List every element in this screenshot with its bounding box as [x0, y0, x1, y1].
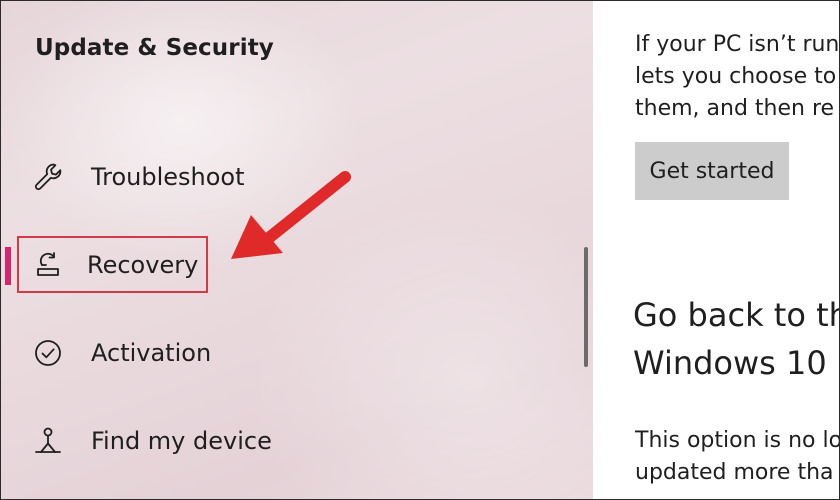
- heading-line: Go back to th: [633, 296, 839, 334]
- sidebar-item-label: Recovery: [87, 251, 199, 279]
- sidebar-item-recovery[interactable]: Recovery: [31, 243, 198, 287]
- sidebar-title: Update & Security: [35, 35, 274, 61]
- recovery-icon: [31, 248, 65, 282]
- sidebar-item-activation[interactable]: Activation: [31, 331, 211, 375]
- selected-indicator: [5, 247, 11, 285]
- description-line: them, and then re: [635, 96, 835, 121]
- sidebar: Update & Security Troubleshoot Recovery …: [1, 1, 593, 499]
- sidebar-item-label: Find my device: [91, 427, 272, 455]
- description-line: This option is no lo: [635, 428, 839, 453]
- go-back-description: This option is no lo updated more tha: [635, 425, 839, 489]
- sidebar-item-find-my-device[interactable]: Find my device: [31, 419, 272, 463]
- person-location-icon: [31, 424, 65, 458]
- sidebar-item-troubleshoot[interactable]: Troubleshoot: [31, 155, 245, 199]
- content-pane: If your PC isn’t run lets you choose to …: [593, 1, 839, 499]
- description-line: lets you choose to: [635, 64, 837, 89]
- check-circle-icon: [31, 336, 65, 370]
- reset-description: If your PC isn’t run lets you choose to …: [635, 29, 839, 125]
- wrench-icon: [31, 160, 65, 194]
- red-arrow-annotation: [231, 171, 351, 259]
- heading-line: Windows 10: [633, 344, 827, 382]
- sidebar-scrollbar-thumb[interactable]: [584, 247, 588, 367]
- get-started-button[interactable]: Get started: [635, 142, 789, 200]
- settings-window: Update & Security Troubleshoot Recovery …: [0, 0, 840, 500]
- section-heading: Go back to th Windows 10: [633, 291, 839, 387]
- description-line: updated more tha: [635, 460, 834, 485]
- description-line: If your PC isn’t run: [635, 32, 839, 57]
- sidebar-item-label: Activation: [91, 339, 212, 367]
